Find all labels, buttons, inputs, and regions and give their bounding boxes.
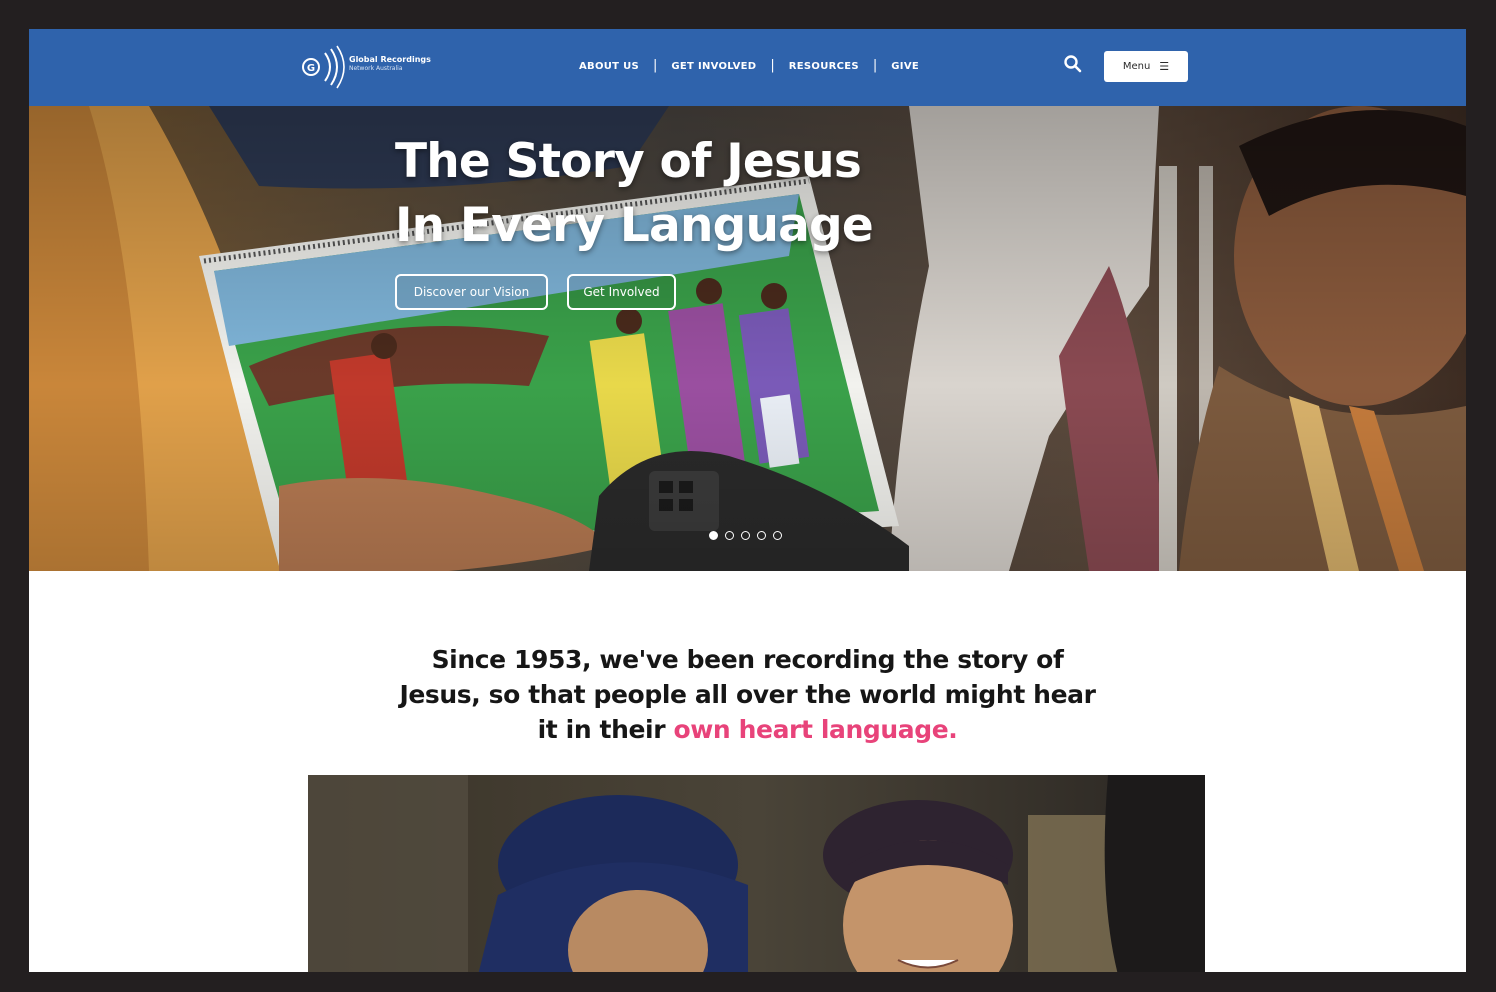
nav-get-involved[interactable]: GET INVOLVED (671, 61, 756, 72)
get-involved-button[interactable]: Get Involved (567, 274, 676, 310)
svg-text:G: G (307, 63, 315, 74)
grn-logo-icon: G (302, 45, 345, 89)
women-photo (308, 775, 1205, 972)
intro-line1: Since 1953, we've been recording the sto… (431, 645, 1064, 674)
intro-statement: Since 1953, we've been recording the sto… (329, 642, 1166, 747)
hero-heading-line1: The Story of Jesus (395, 134, 862, 189)
nav-separator: | (872, 58, 878, 73)
nav-separator: | (653, 58, 658, 73)
intro-line3-prefix: it in their (537, 715, 674, 744)
hero-carousel: The Story of Jesus In Every Language Dis… (29, 106, 1466, 571)
menu-label: Menu (1122, 61, 1151, 72)
browser-viewport: G Global Recordings Network Australia AB… (29, 29, 1466, 972)
nav-resources[interactable]: RESOURCES (789, 61, 859, 72)
menu-button[interactable]: Menu ☰ (1104, 51, 1188, 82)
grn-logo[interactable]: G Global Recordings Network Australia (301, 43, 441, 91)
discover-vision-button[interactable]: Discover our Vision (395, 274, 548, 310)
site-header: G Global Recordings Network Australia AB… (29, 29, 1466, 106)
intro-line2: Jesus, so that people all over the world… (399, 680, 1096, 709)
intro-highlight: own heart language. (673, 715, 958, 744)
carousel-dot[interactable] (709, 531, 718, 540)
intro-line3: it in their own heart language. (329, 712, 1166, 747)
carousel-dot[interactable] (773, 531, 782, 540)
hamburger-icon: ☰ (1159, 60, 1170, 73)
main-nav: ABOUT US | GET INVOLVED | RESOURCES | GI… (579, 57, 919, 75)
carousel-dot[interactable] (725, 531, 734, 540)
feature-photo (308, 775, 1205, 972)
carousel-dot[interactable] (757, 531, 766, 540)
hero-heading: The Story of Jesus In Every Language (395, 130, 874, 258)
nav-about-us[interactable]: ABOUT US (579, 61, 639, 72)
carousel-pagination (709, 531, 789, 540)
nav-give[interactable]: GIVE (891, 61, 919, 72)
logo-title: Global Recordings (349, 55, 431, 64)
search-icon[interactable] (1063, 54, 1083, 74)
logo-subtitle: Network Australia (349, 65, 403, 72)
hero-heading-line2: In Every Language (395, 198, 874, 253)
nav-separator: | (770, 58, 775, 73)
carousel-dot[interactable] (741, 531, 750, 540)
